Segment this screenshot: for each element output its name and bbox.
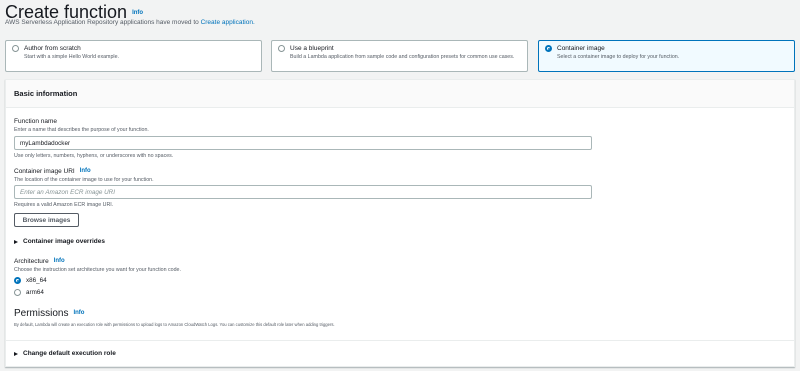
option-description: Select a container image to deploy for y… bbox=[557, 54, 680, 60]
container-image-overrides-toggle[interactable]: Container image overrides bbox=[14, 238, 105, 245]
option-label: Container image bbox=[557, 45, 605, 52]
radio-icon[interactable] bbox=[278, 45, 285, 52]
architecture-label: Architecture Info bbox=[14, 258, 65, 265]
container-image-uri-hint: The location of the container image to u… bbox=[14, 177, 154, 183]
permissions-info-link[interactable]: Info bbox=[73, 310, 84, 316]
basic-information-header: Basic information bbox=[6, 80, 794, 108]
architecture-info-link[interactable]: Info bbox=[54, 258, 65, 264]
container-image-overrides-label: Container image overrides bbox=[23, 238, 105, 245]
arch-option-label: x86_64 bbox=[26, 277, 47, 284]
option-label: Use a blueprint bbox=[290, 45, 334, 52]
change-default-execution-role-label: Change default execution role bbox=[23, 350, 116, 357]
arch-option-label: arm64 bbox=[26, 289, 44, 296]
change-default-execution-role-toggle[interactable]: Change default execution role bbox=[14, 350, 116, 357]
option-description: Build a Lambda application from sample c… bbox=[290, 54, 515, 60]
option-container-image[interactable]: Container image Select a container image… bbox=[538, 40, 795, 72]
function-name-label: Function name bbox=[14, 118, 57, 125]
permissions-title: Permissions Info bbox=[14, 308, 84, 319]
arch-option-arm64[interactable]: arm64 bbox=[14, 289, 44, 296]
option-author-from-scratch[interactable]: Author from scratch Start with a simple … bbox=[5, 40, 262, 72]
radio-icon[interactable] bbox=[14, 289, 21, 296]
caret-right-icon bbox=[14, 239, 18, 244]
option-description: Start with a simple Hello World example. bbox=[24, 54, 119, 60]
function-name-constraint: Use only letters, numbers, hyphens, or u… bbox=[14, 153, 174, 159]
sar-notice-text: AWS Serverless Application Repository ap… bbox=[5, 19, 201, 26]
container-image-uri-input[interactable] bbox=[14, 185, 592, 199]
container-image-uri-label-text: Container image URI bbox=[14, 168, 75, 175]
title-info-link[interactable]: Info bbox=[132, 10, 143, 16]
uri-info-link[interactable]: Info bbox=[80, 168, 91, 174]
caret-right-icon bbox=[14, 351, 18, 356]
option-use-a-blueprint[interactable]: Use a blueprint Build a Lambda applicati… bbox=[271, 40, 528, 72]
sar-notice: AWS Serverless Application Repository ap… bbox=[5, 19, 255, 26]
function-name-hint: Enter a name that describes the purpose … bbox=[14, 127, 149, 133]
radio-icon[interactable] bbox=[12, 45, 19, 52]
architecture-label-text: Architecture bbox=[14, 258, 49, 265]
browse-images-button[interactable]: Browse images bbox=[14, 213, 79, 227]
radio-selected-icon[interactable] bbox=[545, 45, 552, 52]
create-application-link[interactable]: Create application. bbox=[201, 19, 255, 26]
option-label: Author from scratch bbox=[24, 45, 81, 52]
permissions-description: By default, Lambda will create an execut… bbox=[14, 322, 335, 327]
architecture-hint: Choose the instruction set architecture … bbox=[14, 267, 181, 273]
function-name-input[interactable] bbox=[14, 136, 592, 150]
basic-information-panel: Basic information Function name Enter a … bbox=[5, 79, 795, 367]
divider bbox=[6, 340, 794, 341]
radio-selected-icon[interactable] bbox=[14, 277, 21, 284]
container-image-uri-constraint: Requires a valid Amazon ECR image URI. bbox=[14, 202, 114, 208]
arch-option-x86-64[interactable]: x86_64 bbox=[14, 277, 47, 284]
container-image-uri-label: Container image URI Info bbox=[14, 168, 91, 175]
permissions-title-text: Permissions bbox=[14, 308, 69, 319]
